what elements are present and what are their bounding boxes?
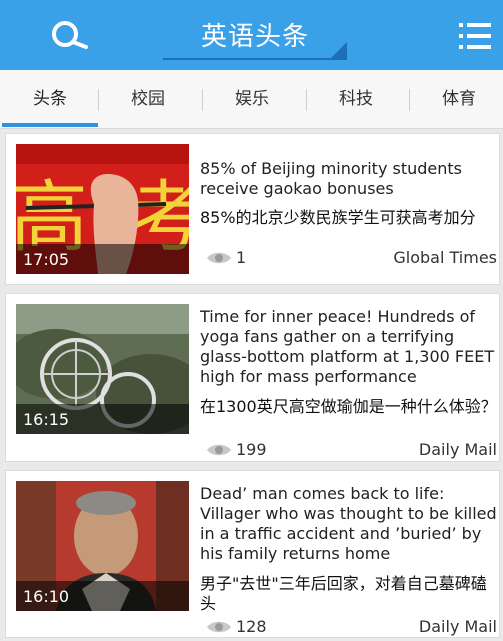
article-source: Daily Mail [418,440,497,459]
article-title-en: Dead’ man comes back to life: Villager w… [200,484,497,563]
dropdown-corner-icon [331,42,347,58]
app-title: 英语头条 [200,22,309,52]
video-duration: 17:05 [23,250,70,269]
active-tab-indicator [2,123,98,127]
article-title-en: 85% of Beijing minority students receive… [200,159,463,198]
article-title-en: Time for inner peace! Hundreds of yoga f… [200,307,495,386]
article-source: Daily Mail [418,617,497,636]
article-thumbnail[interactable]: 16:15 [16,304,189,434]
eye-icon [207,444,231,456]
tab-campus[interactable]: 校园 [98,70,198,126]
article-thumbnail[interactable]: 高 考 17:05 [16,144,189,274]
article-card[interactable]: 16:15 Time for inner peace! Hundreds of … [5,293,500,462]
view-count: 128 [236,617,267,636]
view-count: 199 [236,440,267,459]
channel-title-dropdown[interactable]: 英语头条 [163,10,347,60]
tab-sports[interactable]: 体育 [409,70,503,126]
video-duration: 16:15 [23,410,70,429]
article-card[interactable]: 高 考 17:05 85% of Beijing minority studen… [5,133,500,285]
menu-button[interactable] [457,19,495,53]
category-tabs: 头条 校园 娱乐 科技 体育 [0,70,503,129]
article-title-zh: 85%的北京少数民族学生可获高考加分 [200,208,476,227]
menu-list-icon [459,23,491,49]
eye-icon [207,252,231,264]
article-title-zh: 男子"去世"三年后回家，对着自己墓碑磕头 [200,574,487,613]
eye-icon [207,621,231,633]
search-icon [52,21,88,49]
tab-entertainment[interactable]: 娱乐 [202,70,302,126]
top-bar: 英语头条 [0,0,503,70]
article-card[interactable]: 16:10 Dead’ man comes back to life: Vill… [5,470,500,638]
tab-headlines[interactable]: 头条 [0,70,100,126]
search-button[interactable] [48,17,92,57]
view-count: 1 [236,248,247,267]
tab-technology[interactable]: 科技 [306,70,406,126]
article-title-zh: 在1300英尺高空做瑜伽是一种什么体验？ [200,397,497,416]
video-duration: 16:10 [23,587,70,606]
article-thumbnail[interactable]: 16:10 [16,481,189,611]
article-source: Global Times [393,248,497,267]
